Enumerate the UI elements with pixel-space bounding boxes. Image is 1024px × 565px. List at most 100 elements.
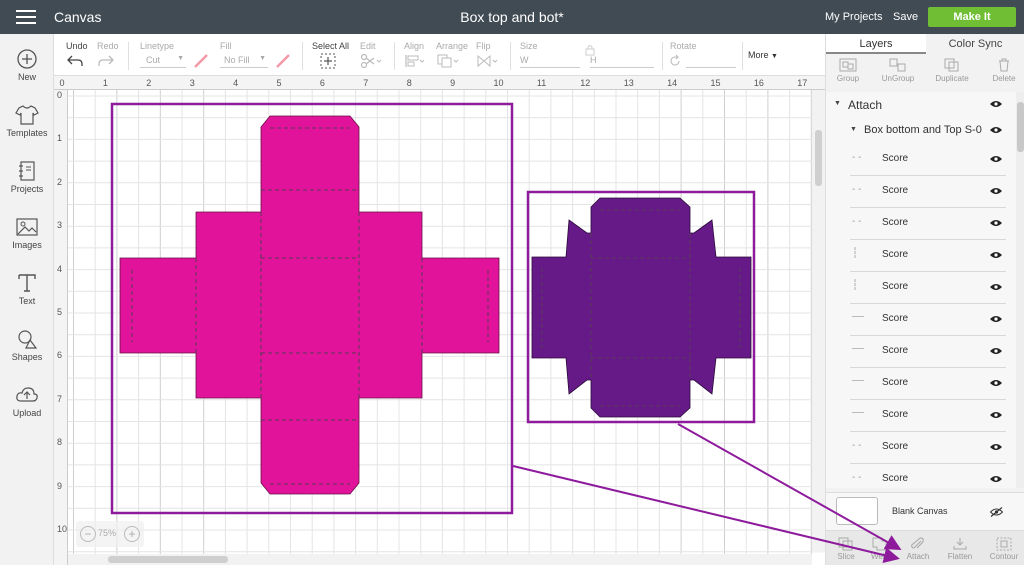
sidebar-item-new[interactable]: New xyxy=(0,48,54,98)
arrange-button[interactable]: Arrange xyxy=(436,41,468,71)
toolbar-divider xyxy=(510,42,511,70)
delete-button[interactable]: Delete xyxy=(984,58,1024,83)
eye-icon[interactable] xyxy=(990,315,1002,323)
eye-icon[interactable] xyxy=(990,187,1002,195)
sidebar-item-label: Projects xyxy=(10,184,44,194)
plus-circle-icon xyxy=(17,49,37,69)
eye-icon[interactable] xyxy=(990,219,1002,227)
ungroup-button[interactable]: UnGroup xyxy=(878,58,918,83)
scrollbar-thumb[interactable] xyxy=(108,556,228,563)
fill-color-icon[interactable] xyxy=(274,52,292,70)
layer-item-score[interactable]: ┄┄ Score xyxy=(826,368,1016,400)
flatten-button[interactable]: Flatten xyxy=(940,537,980,561)
save-button[interactable]: Save xyxy=(893,11,918,23)
ruler-label: 11 xyxy=(536,78,547,88)
eye-icon[interactable] xyxy=(990,443,1002,451)
eye-icon[interactable] xyxy=(990,283,1002,291)
linetype-color-icon[interactable] xyxy=(192,52,210,70)
eye-icon[interactable] xyxy=(990,411,1002,419)
make-it-button[interactable]: Make It xyxy=(928,7,1016,27)
align-label: Align xyxy=(404,41,425,51)
redo-label: Redo xyxy=(97,41,119,51)
attach-button[interactable]: Attach xyxy=(898,537,938,561)
sidebar-item-label: Images xyxy=(12,240,42,250)
tab-color-sync[interactable]: Color Sync xyxy=(926,34,1024,54)
duplicate-label: Duplicate xyxy=(935,74,969,83)
eye-icon[interactable] xyxy=(990,126,1002,134)
fill-label: Fill xyxy=(220,41,232,51)
layer-item-score[interactable]: ┄┄ Score xyxy=(826,400,1016,432)
ruler-label: 0 xyxy=(57,90,63,100)
size-width-input[interactable]: W xyxy=(520,54,580,68)
contour-button[interactable]: Contour xyxy=(984,537,1024,561)
layer-item-score[interactable]: - - Score xyxy=(826,432,1016,464)
layer-item-score[interactable]: ┄┄ Score xyxy=(826,336,1016,368)
scrollbar-thumb[interactable] xyxy=(1017,102,1024,152)
eye-icon[interactable] xyxy=(990,155,1002,163)
linetype-select[interactable]: Cut ▼ xyxy=(140,54,186,68)
eye-icon[interactable] xyxy=(990,379,1002,387)
chevron-down-icon: ▼ xyxy=(259,55,266,62)
my-projects-link[interactable]: My Projects xyxy=(825,11,882,23)
edit-button[interactable]: Edit xyxy=(360,41,382,71)
group-button[interactable]: Group xyxy=(828,58,868,83)
redo-button[interactable]: Redo xyxy=(97,41,119,70)
arrange-icon xyxy=(437,54,459,68)
blank-canvas-swatch[interactable] xyxy=(836,497,878,525)
layer-group-label: Attach xyxy=(848,98,883,112)
layer-group-box[interactable]: ▼ Box bottom and Top S-01 xyxy=(826,118,1016,144)
caret-down-icon[interactable]: ▼ xyxy=(834,100,841,107)
undo-button[interactable]: Undo xyxy=(66,41,88,70)
eye-icon[interactable] xyxy=(990,347,1002,355)
layer-item-score[interactable]: - - Score xyxy=(826,208,1016,240)
layer-item-label: Score xyxy=(882,377,909,388)
blank-canvas-row[interactable]: Blank Canvas xyxy=(826,492,1024,530)
sidebar-item-shapes[interactable]: Shapes xyxy=(0,328,54,378)
caret-down-icon[interactable]: ▼ xyxy=(850,126,857,133)
align-button[interactable]: Align xyxy=(404,41,426,71)
layer-item-score[interactable]: ┆ Score xyxy=(826,240,1016,272)
layer-item-score[interactable]: - - Score xyxy=(826,176,1016,208)
zoom-out-button[interactable]: − xyxy=(80,526,96,542)
design-canvas[interactable]: 0 1 2 3 4 5 6 7 8 9 10 11 12 13 14 15 16 17 0 1 2 3 4 5 6 7 8 9 10 … xyxy=(54,76,825,565)
size-height-input[interactable]: H xyxy=(590,54,654,68)
sidebar-item-templates[interactable]: Templates xyxy=(0,104,54,154)
eye-icon[interactable] xyxy=(990,251,1002,259)
rotate-label: Rotate xyxy=(670,41,697,51)
weld-button[interactable]: Weld xyxy=(860,537,900,561)
layers-scrollbar[interactable] xyxy=(1016,92,1024,488)
layer-item-label: Score xyxy=(882,313,909,324)
sidebar-item-label: Text xyxy=(18,296,36,306)
sidebar-item-projects[interactable]: Projects xyxy=(0,160,54,210)
scrollbar-thumb[interactable] xyxy=(815,130,822,186)
flip-button[interactable]: Flip xyxy=(476,41,500,71)
ruler-label: 1 xyxy=(102,78,108,88)
toolbar-divider xyxy=(662,42,663,70)
ruler-label: 8 xyxy=(57,437,63,448)
duplicate-button[interactable]: Duplicate xyxy=(932,58,972,83)
tab-layers[interactable]: Layers xyxy=(826,34,926,54)
linetype-group: Linetype xyxy=(140,41,174,51)
rotate-input[interactable] xyxy=(686,54,736,68)
layer-item-label: Score xyxy=(882,345,909,356)
zoom-in-button[interactable]: + xyxy=(124,526,140,542)
eye-icon[interactable] xyxy=(990,100,1002,108)
layer-item-score[interactable]: - - Score xyxy=(826,144,1016,176)
eye-hidden-icon[interactable] xyxy=(990,507,1003,517)
layer-group-attach[interactable]: ▼ Attach xyxy=(826,92,1016,118)
sidebar-item-images[interactable]: Images xyxy=(0,216,54,266)
fill-select[interactable]: No Fill ▼ xyxy=(220,54,268,68)
shapes-icon xyxy=(18,330,38,349)
ruler-label: 2 xyxy=(57,176,63,187)
more-button[interactable]: More ▼ xyxy=(748,50,778,60)
canvas-horizontal-scrollbar[interactable] xyxy=(68,554,812,565)
select-all-button[interactable]: Select All xyxy=(312,41,349,71)
layer-item-score[interactable]: - - Score xyxy=(826,464,1016,488)
canvas-vertical-scrollbar[interactable] xyxy=(812,90,825,552)
sidebar-item-upload[interactable]: Upload xyxy=(0,384,54,434)
sidebar-item-text[interactable]: Text xyxy=(0,272,54,322)
layer-item-score[interactable]: ┆ Score xyxy=(826,272,1016,304)
layer-item-score[interactable]: ┄┄ Score xyxy=(826,304,1016,336)
eye-icon[interactable] xyxy=(990,475,1002,483)
ungroup-icon xyxy=(889,58,906,72)
